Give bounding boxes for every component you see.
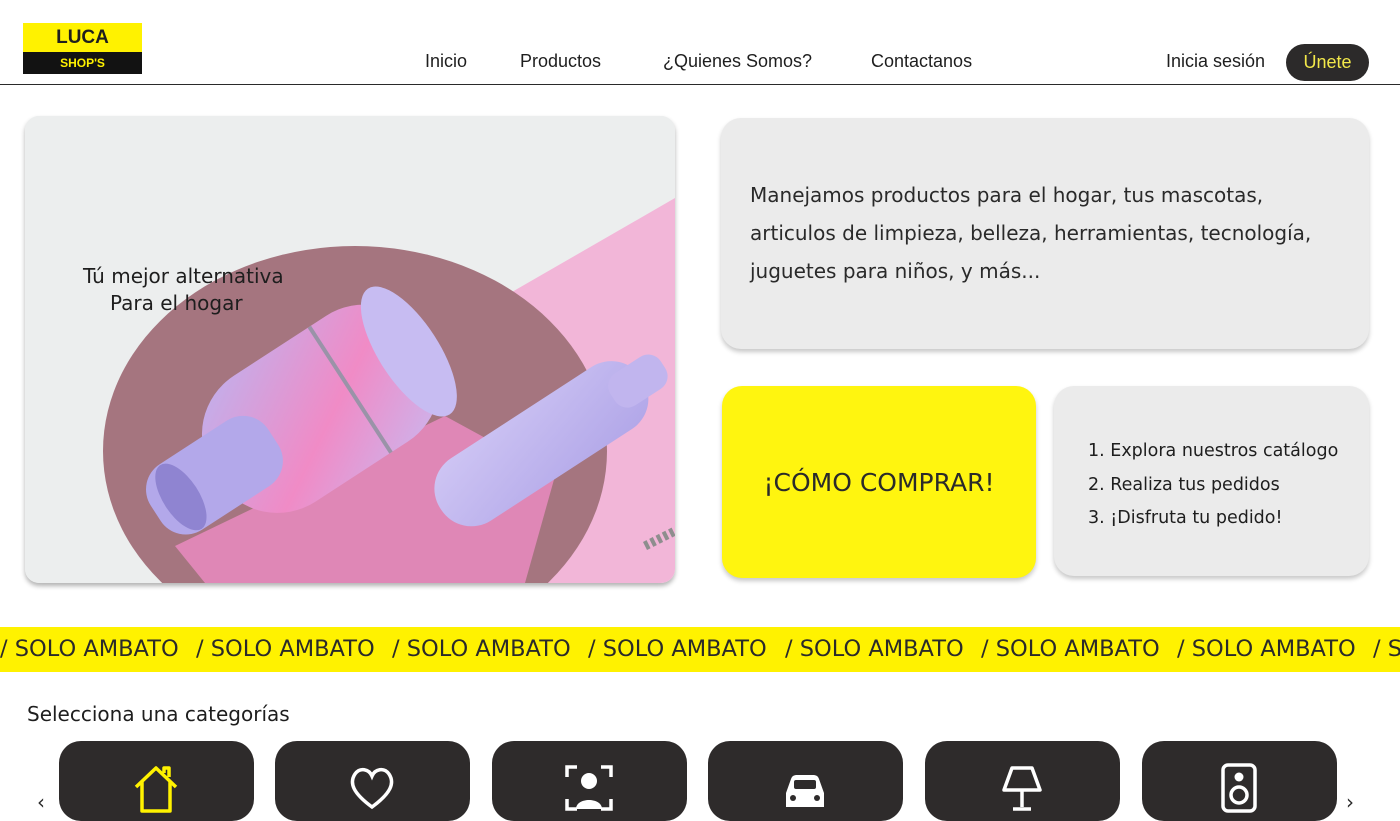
marquee-text: / SOLO AMBATO [588, 636, 767, 662]
join-button[interactable]: Únete [1286, 44, 1369, 81]
marquee-banner: / SOLO AMBATO / SOLO AMBATO / SOLO AMBAT… [0, 627, 1400, 672]
step-item: 2. Realiza tus pedidos [1088, 474, 1280, 495]
brand-logo[interactable]: LUCA SHOP'S [23, 23, 142, 74]
car-icon [786, 775, 824, 807]
category-tile-technology[interactable] [1142, 741, 1337, 821]
category-tile-favorites[interactable] [275, 741, 470, 821]
step-item: 1. Explora nuestros catálogo [1088, 441, 1339, 461]
info-description: Manejamos productos para el hogar, tus m… [750, 183, 1312, 283]
category-tile-beauty[interactable] [492, 741, 687, 821]
marquee-text: / SOLO AMBATO [981, 636, 1160, 662]
lamp-icon [1002, 766, 1042, 811]
face-scan-icon [565, 765, 613, 811]
hero-tagline: Tú mejor alternativa Para el hogar [83, 263, 284, 317]
speaker-icon [1221, 763, 1257, 813]
info-card: Manejamos productos para el hogar, tus m… [721, 118, 1369, 349]
categories-prev-arrow[interactable]: ‹ [37, 790, 45, 814]
brand-logo-top: LUCA [23, 23, 142, 52]
hero-tagline-line2: Para el hogar [110, 291, 243, 315]
categories-title: Selecciona una categorías [27, 702, 290, 726]
categories-next-arrow[interactable]: › [1346, 790, 1354, 814]
marquee-text: / SOLO AMBATO [1373, 636, 1400, 662]
nav-link-quienes-somos[interactable]: ¿Quienes Somos? [663, 51, 812, 72]
step-item: 3. ¡Disfruta tu pedido! [1088, 508, 1283, 528]
how-to-buy-button[interactable]: ¡CÓMO COMPRAR! [722, 386, 1036, 578]
marquee-text: / SOLO AMBATO [196, 636, 375, 662]
hair-dryer-illustration [25, 116, 675, 583]
marquee-text: / SOLO AMBATO [1177, 636, 1356, 662]
marquee-text: / SOLO AMBATO [0, 636, 179, 662]
home-icon [134, 766, 178, 813]
category-tile-home[interactable] [59, 741, 254, 821]
nav-link-inicio[interactable]: Inicio [425, 51, 467, 72]
marquee-text: / SOLO AMBATO [785, 636, 964, 662]
nav-link-productos[interactable]: Productos [520, 51, 601, 72]
marquee-text: / SOLO AMBATO [392, 636, 571, 662]
hero-banner: Tú mejor alternativa Para el hogar [25, 116, 675, 583]
steps-card: 1. Explora nuestros catálogo 2. Realiza … [1054, 386, 1369, 576]
nav-link-contactanos[interactable]: Contactanos [871, 51, 972, 72]
brand-logo-bottom: SHOP'S [23, 52, 142, 74]
category-tile-vehicles[interactable] [708, 741, 903, 821]
category-tile-decor[interactable] [925, 741, 1120, 821]
heart-icon [350, 767, 394, 810]
navbar: LUCA SHOP'S Inicio Productos ¿Quienes So… [0, 0, 1400, 85]
login-link[interactable]: Inicia sesión [1166, 51, 1265, 72]
hero-tagline-line1: Tú mejor alternativa [83, 264, 284, 288]
